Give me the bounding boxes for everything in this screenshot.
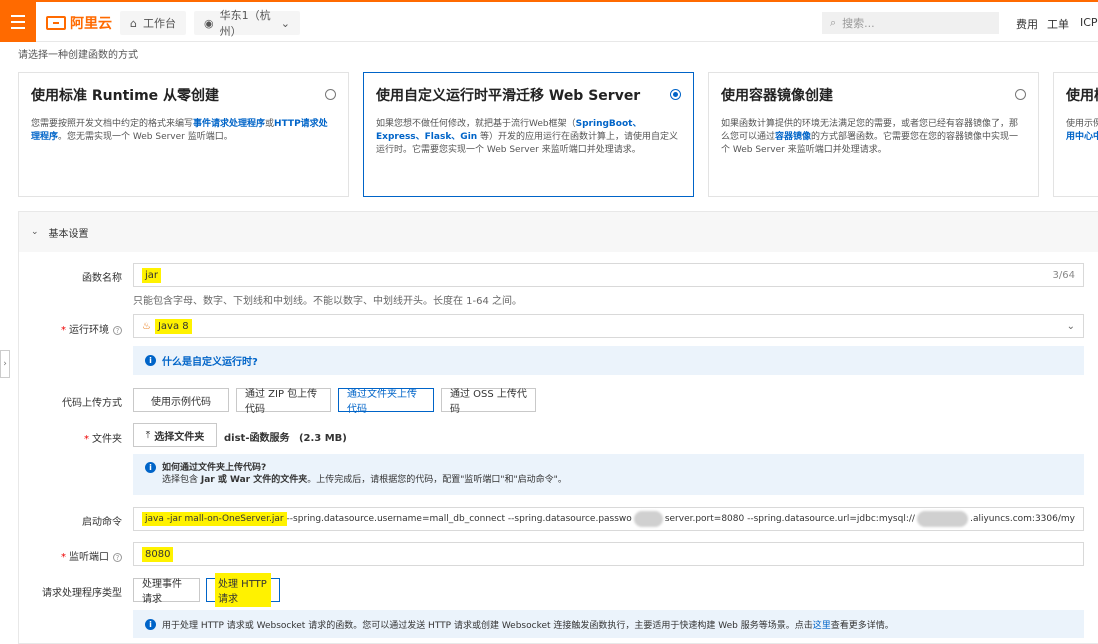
desc-text: 或 [265, 119, 275, 129]
upload-zip-button[interactable]: 通过 ZIP 包上传代码 [236, 388, 331, 415]
radio-button-selected[interactable] [670, 89, 681, 100]
upload-method-label: 代码上传方式 [62, 398, 122, 409]
custom-runtime-help-link[interactable]: 什么是自定义运行时? [162, 353, 258, 368]
card-description: 如果函数计算提供的环境无法满足您的需要，或者您已经有容器镜像了，那么您可以通过容… [721, 118, 1026, 157]
card-template[interactable]: 使用模 使用示例 用中心中 [1053, 72, 1098, 197]
icp-link[interactable]: ICP [1080, 16, 1098, 29]
hamburger-menu-icon[interactable] [0, 2, 36, 42]
folder-info: dist-函数服务 (2.3 MB) [224, 429, 347, 444]
section-title: 基本设置 [48, 228, 89, 240]
radio-button[interactable] [325, 89, 336, 100]
folder-help-body: 选择包含 Jar 或 War 文件的文件夹。上传完成后，请根据您的代码，配置"监… [162, 475, 567, 485]
card-standard-runtime[interactable]: 使用标准 Runtime 从零创建 您需要按照开发文档中约定的格式来编写事件请求… [18, 72, 349, 197]
search-placeholder: 搜索... [842, 17, 875, 30]
start-command-text: server.port=8080 --spring.datasource.url… [664, 514, 915, 524]
port-input[interactable]: 8080 [133, 542, 1084, 566]
tickets-link[interactable]: 工单 [1047, 16, 1069, 32]
function-name-input[interactable]: jar 3/64 [133, 263, 1084, 287]
container-image-link[interactable]: 容器镜像 [775, 132, 811, 142]
select-folder-label: 选择文件夹 [154, 431, 205, 443]
start-command-text: --spring.datasource.username=mall_db_con… [286, 514, 632, 524]
handler-type-label: 请求处理程序类型 [42, 588, 122, 599]
start-command-text: .aliyuncs.com:3306/my [970, 514, 1075, 524]
http-handler-button[interactable]: 处理 HTTP 请求 [206, 573, 280, 607]
card-title: 使用自定义运行时平滑迁移 Web Server [376, 88, 641, 104]
info-icon: i [145, 618, 156, 630]
aliyun-logo-icon [46, 16, 66, 30]
more-details-link[interactable]: 这里 [813, 621, 831, 631]
redacted-blur [916, 511, 969, 527]
card-description: 您需要按照开发文档中约定的格式来编写事件请求处理程序或HTTP请求处理程序。您无… [31, 118, 336, 144]
folder-help-title: 如何通过文件夹上传代码? [162, 463, 267, 473]
folder-size: (2.3 MB) [298, 433, 347, 444]
folder-name: dist-函数服务 [224, 433, 290, 444]
chevron-down-icon: ⌄ [31, 227, 39, 237]
info-icon: i [145, 462, 156, 473]
desc-text: 。您无需实现一个 Web Server 监听端口。 [58, 132, 233, 142]
event-handler-button[interactable]: 处理事件请求 [133, 578, 200, 605]
card-title: 使用模 [1066, 88, 1098, 104]
top-navigation-bar: 阿里云 ⌂ 工作台 ◉ 华东1（杭州） ⌄ ⌕ 搜索... 费用 工单 ICP [0, 0, 1098, 42]
home-icon: ⌂ [130, 16, 137, 30]
folder-help-box: i 如何通过文件夹上传代码? 选择包含 Jar 或 War 文件的文件夹。上传完… [133, 454, 1084, 495]
section-header[interactable]: ⌄ 基本设置 [19, 212, 1098, 252]
aliyun-logo[interactable]: 阿里云 [46, 13, 112, 33]
help-icon[interactable]: ? [113, 326, 122, 335]
upload-sample-code-button[interactable]: 使用示例代码 [133, 388, 229, 412]
function-name-value: jar [142, 267, 162, 283]
region-selector[interactable]: ◉ 华东1（杭州） ⌄ [194, 9, 300, 38]
folder-label: * 文件夹 [84, 434, 122, 445]
page-subtitle: 请选择一种创建函数的方式 [18, 50, 138, 61]
chevron-down-icon: ⌄ [1066, 320, 1075, 332]
help-icon[interactable]: ? [113, 553, 122, 562]
handler-info-box: i 用于处理 HTTP 请求或 Websocket 请求的函数。您可以通过发送 … [133, 610, 1084, 638]
workbench-button[interactable]: ⌂ 工作台 [120, 11, 186, 35]
card-title: 使用容器镜像创建 [721, 88, 833, 104]
char-count: 3/64 [1052, 269, 1075, 281]
desc-text: 您需要按照开发文档中约定的格式来编写 [31, 119, 194, 129]
java-icon: ♨ [142, 320, 151, 332]
desc-text: 如果您想不做任何修改，就把基于流行Web框架（ [376, 119, 576, 129]
handler-info-text: 用于处理 HTTP 请求或 Websocket 请求的函数。您可以通过发送 HT… [162, 620, 894, 631]
function-name-label: 函数名称 [82, 273, 122, 284]
port-label: * 监听端口? [18, 548, 122, 563]
info-icon: i [145, 355, 156, 366]
logo-text: 阿里云 [70, 16, 112, 32]
runtime-select[interactable]: ♨ Java 8 ⌄ [133, 314, 1084, 338]
search-icon: ⌕ [830, 16, 837, 29]
runtime-value: Java 8 [154, 318, 192, 334]
card-description: 如果您想不做任何修改，就把基于流行Web框架（SpringBoot、Expres… [376, 118, 681, 157]
chevron-right-icon: › [3, 359, 7, 369]
region-label: 华东1（杭州） [219, 9, 271, 38]
chevron-down-icon: ⌄ [280, 16, 290, 30]
side-panel-toggle[interactable]: › [0, 350, 10, 378]
folder-help-text: 如何通过文件夹上传代码? 选择包含 Jar 或 War 文件的文件夹。上传完成后… [162, 462, 567, 486]
start-command-label: 启动命令 [82, 517, 122, 528]
billing-link[interactable]: 费用 [1016, 16, 1038, 32]
port-value: 8080 [142, 546, 174, 562]
start-command-input[interactable]: java -jar mall-on-OneServer.jar --spring… [133, 507, 1084, 531]
workbench-label: 工作台 [142, 17, 176, 30]
start-command-highlight: java -jar mall-on-OneServer.jar [142, 512, 287, 526]
location-icon: ◉ [204, 16, 214, 30]
upload-folder-button[interactable]: 通过文件夹上传代码 [338, 388, 434, 415]
upload-icon: ⤒ [145, 429, 151, 441]
card-title: 使用标准 Runtime 从零创建 [31, 88, 220, 104]
search-input[interactable]: ⌕ 搜索... [822, 12, 999, 34]
app-center-link[interactable]: 用中心中 [1066, 131, 1098, 144]
card-container-image[interactable]: 使用容器镜像创建 如果函数计算提供的环境无法满足您的需要，或者您已经有容器镜像了… [708, 72, 1039, 197]
runtime-info-box: i 什么是自定义运行时? [133, 346, 1084, 375]
redacted-blur [633, 511, 663, 527]
runtime-label: * 运行环境? [18, 321, 122, 336]
desc-text: 使用示例 [1066, 119, 1098, 129]
radio-button[interactable] [1015, 89, 1026, 100]
event-handler-link[interactable]: 事件请求处理程序 [193, 119, 265, 129]
select-folder-button[interactable]: ⤒ 选择文件夹 [133, 423, 217, 447]
card-description: 使用示例 用中心中 [1066, 118, 1098, 144]
upload-oss-button[interactable]: 通过 OSS 上传代码 [441, 388, 536, 415]
http-handler-label: 处理 HTTP 请求 [215, 573, 271, 607]
function-name-hint: 只能包含字母、数字、下划线和中划线。不能以数字、中划线开头。长度在 1-64 之… [133, 296, 523, 307]
card-custom-runtime[interactable]: 使用自定义运行时平滑迁移 Web Server 如果您想不做任何修改，就把基于流… [363, 72, 694, 197]
